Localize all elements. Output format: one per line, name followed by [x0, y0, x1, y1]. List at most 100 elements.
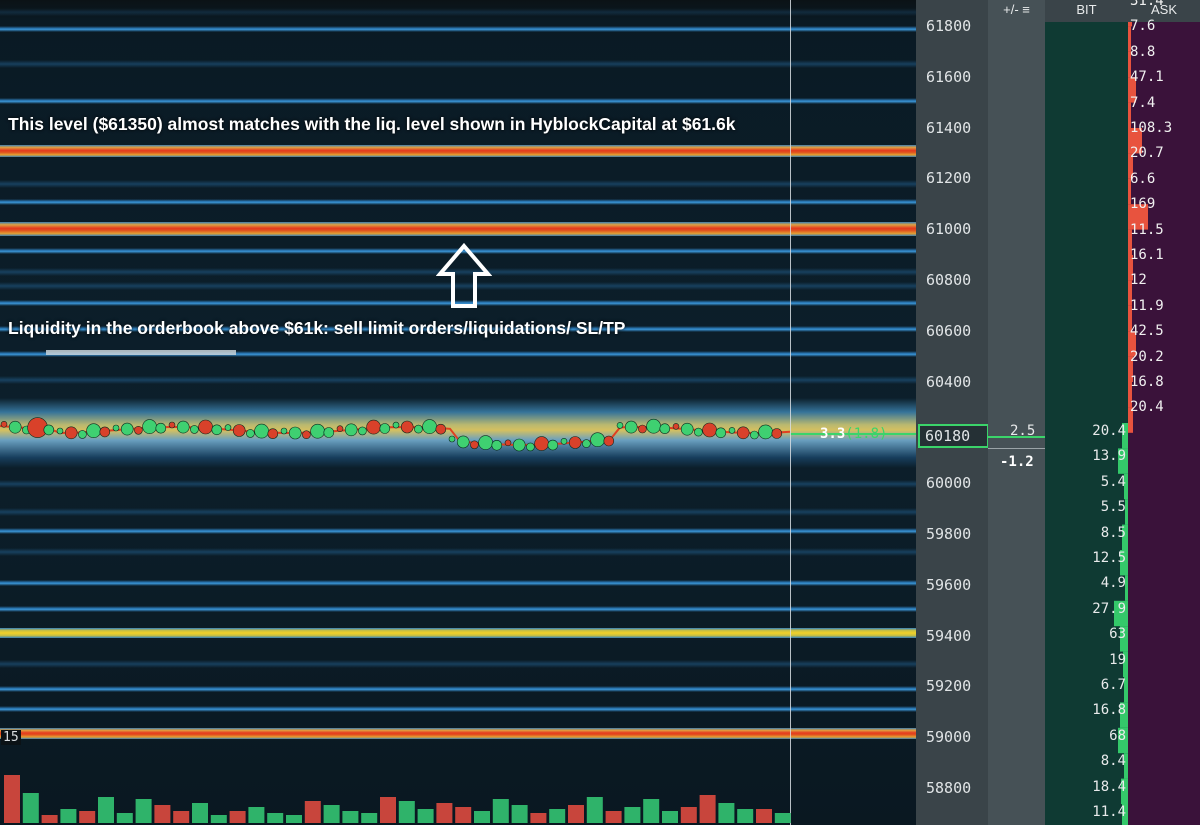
- trade-bubble: [323, 427, 335, 438]
- bid-value: 4.9: [1100, 575, 1126, 592]
- volume-bar: [492, 799, 509, 823]
- annotation-top: This level ($61350) almost matches with …: [8, 114, 736, 134]
- trade-bubble: [392, 421, 400, 429]
- trade-bubble: [736, 426, 750, 440]
- trade-bubble: [715, 427, 727, 439]
- trade-bubble: [120, 422, 134, 436]
- trade-bubble: [512, 438, 526, 452]
- filter-icon[interactable]: ≡: [1022, 2, 1030, 17]
- trade-bubble: [56, 427, 64, 435]
- volume-bar: [756, 809, 772, 823]
- trade-bubble: [624, 420, 638, 434]
- trade-bubble: [310, 423, 325, 439]
- trade-bubbles: [0, 417, 916, 452]
- current-price-marker: 3.3(1.8): [820, 426, 888, 442]
- trade-bubble: [414, 424, 423, 434]
- trade-bubble: [198, 419, 213, 435]
- bid-value: 8.5: [1100, 524, 1126, 541]
- volume-bar: [624, 807, 641, 823]
- trade-bubble: [155, 422, 167, 434]
- volume-bar: [135, 799, 152, 823]
- price-tick: 61200: [926, 169, 972, 188]
- trade-bubble: [43, 424, 55, 436]
- ask-value: 12: [1130, 272, 1147, 289]
- price-tick: 61400: [926, 118, 972, 137]
- trade-bubble: [491, 439, 503, 451]
- bid-value: 27.9: [1092, 600, 1126, 617]
- bid-value: 20.4: [1092, 423, 1126, 439]
- bid-value: 5.5: [1100, 499, 1126, 516]
- volume-bar: [323, 805, 340, 823]
- trade-bubble: [547, 439, 559, 451]
- trade-bubble: [435, 423, 447, 435]
- annotation-middle: Liquidity in the orderbook above $61k: s…: [8, 318, 626, 338]
- price-tick: 60600: [926, 321, 972, 340]
- trade-bubble: [379, 423, 391, 434]
- price-tick: 60000: [926, 474, 972, 493]
- delta-separator-2: [988, 448, 1045, 449]
- volume-bar: [361, 813, 378, 823]
- volume-bar: [380, 797, 396, 823]
- trade-bubble: [267, 428, 279, 440]
- trade-bubble: [344, 423, 358, 437]
- trade-bubble: [638, 424, 647, 434]
- volume-bar: [4, 775, 20, 823]
- trade-bubble: [176, 420, 190, 434]
- volume-bar: [774, 813, 791, 823]
- price-tick: 59000: [926, 728, 972, 747]
- volume-bar: [267, 813, 284, 823]
- trade-bubble: [134, 425, 143, 435]
- volume-bar: [248, 807, 265, 823]
- trade-bubble: [616, 422, 624, 429]
- bid-header[interactable]: BIT: [1045, 0, 1128, 22]
- ask-value: 16.8: [1130, 374, 1164, 390]
- price-tick: 59800: [926, 525, 972, 543]
- ask-value: 7.6: [1130, 18, 1156, 35]
- price-tick: 60400: [926, 372, 972, 391]
- volume-bar: [286, 815, 302, 823]
- trade-bubble: [456, 435, 470, 449]
- volume-bar: [718, 803, 735, 823]
- volume-bar: [398, 801, 415, 823]
- volume-bar: [98, 797, 114, 823]
- crosshair-line: [790, 0, 791, 825]
- trade-bubble: [99, 426, 111, 438]
- trade-bubble: [78, 430, 87, 439]
- volume-bar: [304, 801, 321, 823]
- ask-value: 20.4: [1130, 399, 1164, 416]
- price-tick: 61600: [926, 67, 972, 86]
- volume-bar: [699, 795, 716, 823]
- up-arrow-icon: [436, 242, 492, 308]
- bid-value: 11.4: [1092, 804, 1126, 820]
- volume-bar: [474, 811, 490, 823]
- trade-bubble: [680, 422, 694, 436]
- volume-bar: [511, 805, 528, 823]
- delta-header[interactable]: +/- ≡: [988, 0, 1045, 22]
- volume-bar: [662, 811, 678, 823]
- price-tick: 61800: [926, 17, 972, 35]
- trade-bubble: [168, 421, 176, 429]
- volume-bar: [737, 809, 754, 823]
- ask-value: 47.1: [1130, 69, 1164, 86]
- liquidity-level-59400: [0, 628, 916, 638]
- ask-value: 20.7: [1130, 145, 1164, 162]
- volume-bar: [79, 811, 96, 823]
- volume-bar: [22, 793, 39, 823]
- trade-bubble: [568, 436, 582, 449]
- trade-bubble: [448, 435, 456, 443]
- ask-value: 169: [1130, 196, 1156, 213]
- volume-bar: [342, 811, 359, 823]
- ask-value: 6.6: [1130, 170, 1156, 187]
- bid-value: 6.7: [1100, 677, 1126, 693]
- trade-bubble: [254, 423, 269, 439]
- bid-value: 12.5: [1092, 550, 1126, 566]
- trade-bubble: [590, 432, 605, 448]
- volume-bar: [154, 805, 171, 823]
- ask-value: 11.9: [1130, 297, 1164, 314]
- trade-bubble: [366, 419, 381, 435]
- trade-bubble: [288, 426, 302, 440]
- trade-bubble: [190, 425, 199, 434]
- trade-bubble: [422, 419, 437, 434]
- trade-bubble: [504, 439, 512, 447]
- price-tick: 59200: [926, 677, 972, 696]
